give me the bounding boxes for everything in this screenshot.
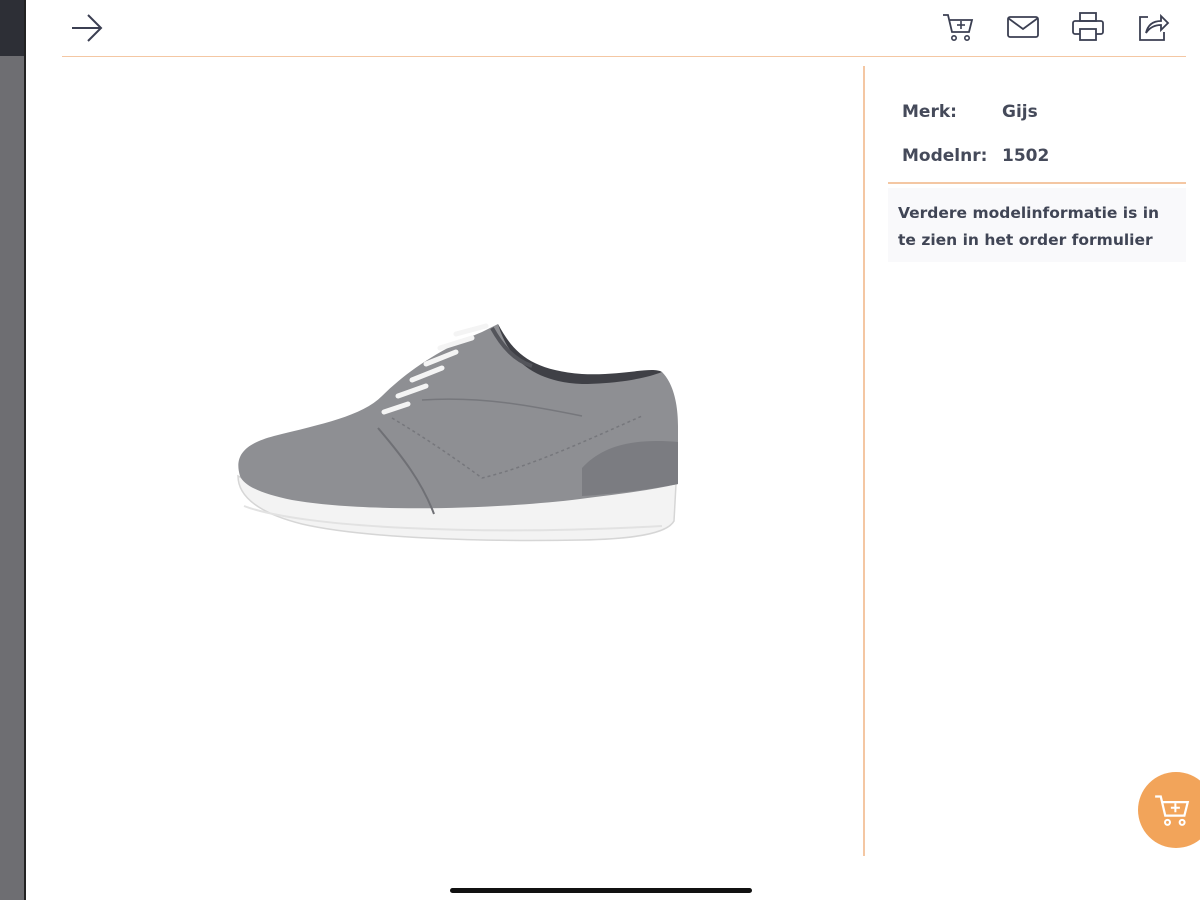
spec-value: Gijs [1002,102,1038,122]
arrow-right-icon [72,14,103,42]
model-info-note: Verdere modelinformatie is in te zien in… [888,187,1186,262]
back-button[interactable] [68,9,106,47]
spec-row-brand: Merk: Gijs [888,90,1188,134]
printer-icon [1072,12,1104,41]
cart-plus-icon [1155,795,1190,826]
share-icon [1139,13,1170,41]
spec-divider [888,182,1186,184]
share-button[interactable] [1133,8,1173,46]
panel-divider [863,66,865,856]
top-toolbar [62,0,1186,57]
side-edge-line [24,0,26,900]
add-to-cart-button[interactable] [938,8,978,46]
spec-label: Merk: [902,102,957,122]
side-edge-top [0,0,24,56]
spec-value: 1502 [1002,146,1050,166]
product-info-panel: Merk: Gijs Modelnr: 1502 Verdere modelin… [888,90,1188,262]
cart-plus-icon [943,14,974,41]
email-button[interactable] [1003,8,1043,46]
print-button[interactable] [1068,8,1108,46]
mail-icon [1007,16,1039,38]
shoe-image [237,323,678,542]
product-image [62,66,862,856]
side-edge [0,0,24,900]
home-indicator[interactable] [450,888,752,893]
spec-row-model: Modelnr: 1502 [888,134,1188,178]
add-to-cart-fab[interactable] [1138,772,1200,848]
spec-label: Modelnr: [902,146,988,166]
